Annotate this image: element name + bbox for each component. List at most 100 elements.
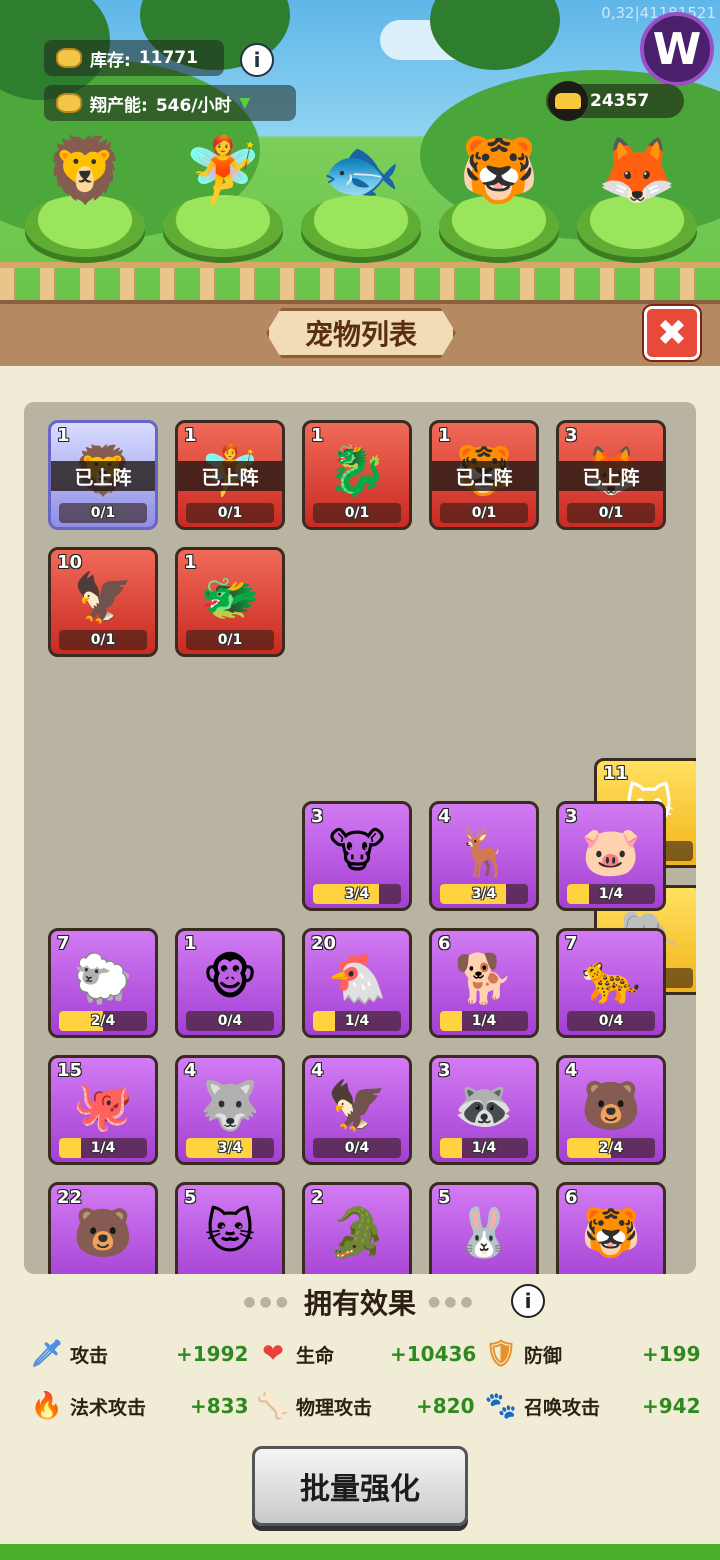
- gold-counter: 24357: [546, 81, 684, 121]
- effect-label: 防御: [524, 1344, 563, 1367]
- pet-level: 1: [184, 933, 197, 954]
- shard-progress-text: 3/4: [217, 1140, 243, 1156]
- white-tiger-pet[interactable]: 🐯: [449, 115, 549, 225]
- shard-progress-text: 0/1: [90, 505, 116, 521]
- shard-progress-bar: 1/4: [440, 1011, 528, 1031]
- pet-card[interactable]: 🦁10/1已上阵: [48, 420, 158, 530]
- fence: [0, 262, 720, 300]
- shard-progress-text: 0/1: [90, 632, 116, 648]
- shard-progress-text: 1/4: [471, 1013, 497, 1029]
- effect-attack: 🗡 攻击: [30, 1334, 108, 1374]
- info-icon[interactable]: i: [240, 43, 274, 77]
- shard-progress-bar: 2/4: [567, 1138, 655, 1158]
- effect-magic-attack: 🔥 法术攻击: [30, 1386, 146, 1426]
- pet-level: 11: [603, 763, 629, 784]
- pet-card[interactable]: 🐻 22: [48, 1182, 158, 1274]
- pet-level: 6: [438, 933, 451, 954]
- pet-level: 15: [57, 1060, 83, 1081]
- inventory-value: 11771: [138, 48, 198, 68]
- effects-info-icon[interactable]: i: [511, 1284, 545, 1318]
- pet-level: 4: [565, 1060, 578, 1081]
- effect-summon-attack: 🐾 召唤攻击: [484, 1386, 600, 1426]
- pet-card[interactable]: 🐮 3 3/4: [302, 801, 412, 911]
- poop-coin-icon: [56, 48, 82, 68]
- effect-defense: 🛡 防御: [484, 1334, 562, 1374]
- pet-card[interactable]: 🐔 20 1/4: [302, 928, 412, 1038]
- fire-lion-pet[interactable]: 🦁: [35, 115, 135, 225]
- effect-physical-attack: 🦴 物理攻击: [256, 1386, 372, 1426]
- pet-card[interactable]: 🐺 4 3/4: [175, 1055, 285, 1165]
- pet-card[interactable]: 🐲 1 0/1: [175, 547, 285, 657]
- pet-card[interactable]: 🐑 7 2/4: [48, 928, 158, 1038]
- deployed-badge: 已上阵: [559, 461, 663, 491]
- pet-card[interactable]: 🦝 3 1/4: [429, 1055, 539, 1165]
- green-arrow-icon: ▼: [239, 95, 251, 111]
- pet-card[interactable]: 🐆 7 0/4: [556, 928, 666, 1038]
- pet-card[interactable]: 🐯 6: [556, 1182, 666, 1274]
- pet-card[interactable]: 🐕 6 1/4: [429, 928, 539, 1038]
- shard-progress-text: 3/4: [344, 886, 370, 902]
- pet-card[interactable]: 🐻 4 2/4: [556, 1055, 666, 1165]
- red-fish-pet[interactable]: 🐟: [311, 115, 411, 225]
- flame-icon: 🔥: [30, 1391, 64, 1421]
- pet-level: 2: [311, 1187, 324, 1208]
- decorative-dots: ●●●: [428, 1294, 477, 1310]
- pet-card[interactable]: 🦅 4 0/4: [302, 1055, 412, 1165]
- shard-progress-text: 0/1: [471, 505, 497, 521]
- batch-upgrade-button[interactable]: 批量强化: [252, 1446, 468, 1526]
- effect-value: +10436: [390, 1342, 477, 1366]
- shard-progress-bar: 0/1: [59, 503, 147, 523]
- shard-progress-text: 2/4: [90, 1013, 116, 1029]
- pet-level: 1: [184, 425, 197, 446]
- pet-level: 5: [184, 1187, 197, 1208]
- shard-progress-bar: 0/1: [440, 503, 528, 523]
- shard-progress-text: 0/1: [344, 505, 370, 521]
- owned-effects-title: 拥有效果: [303, 1287, 416, 1320]
- panel-title: 宠物列表: [266, 308, 456, 358]
- pet-card[interactable]: 🦊30/1已上阵: [556, 420, 666, 530]
- effect-label: 召唤攻击: [524, 1396, 601, 1419]
- fairy-girl-pet[interactable]: 🧚: [173, 115, 273, 225]
- production-stat: 翔产能: 546/小时 ▼: [44, 85, 296, 121]
- close-button[interactable]: ✖: [644, 306, 700, 360]
- effects-row: 🗡 攻击 +1992 ❤ 生命 +10436 🛡 防御 +199: [0, 1334, 720, 1374]
- pet-level: 5: [438, 1187, 451, 1208]
- pet-card[interactable]: 🐙 15 1/4: [48, 1055, 158, 1165]
- pet-card[interactable]: 🐉 1 0/1: [302, 420, 412, 530]
- effect-label: 法术攻击: [70, 1396, 147, 1419]
- shard-progress-text: 0/4: [344, 1140, 370, 1156]
- pet-card[interactable]: 🧚10/1已上阵: [175, 420, 285, 530]
- pet-level: 4: [438, 806, 451, 827]
- pet-grid-container[interactable]: 🦁10/1已上阵🧚10/1已上阵🐉10/1🐯10/1已上阵🦊30/1已上阵🦅10…: [24, 402, 696, 1274]
- deployed-badge: 已上阵: [51, 461, 155, 491]
- shard-progress-text: 3/4: [471, 886, 497, 902]
- effect-label: 生命: [296, 1344, 335, 1367]
- pet-level: 4: [184, 1060, 197, 1081]
- shard-progress-text: 1/4: [598, 886, 624, 902]
- shard-progress-bar: 3/4: [313, 884, 401, 904]
- production-label: 翔产能:: [90, 95, 148, 116]
- pet-card[interactable]: 🐵 1 0/4: [175, 928, 285, 1038]
- pet-level: 20: [311, 933, 337, 954]
- pet-card[interactable]: 🐷 3 1/4: [556, 801, 666, 911]
- pet-card[interactable]: 🐱 5: [175, 1182, 285, 1274]
- golden-qilin-pet[interactable]: 🦊: [587, 115, 687, 225]
- effects-row: 🔥 法术攻击 +833 🦴 物理攻击 +820 🐾 召唤攻击 +942: [0, 1386, 720, 1426]
- pet-level: 3: [311, 806, 324, 827]
- shard-progress-bar: 0/1: [313, 503, 401, 523]
- effect-label: 攻击: [70, 1344, 109, 1367]
- gold-value: 24357: [590, 91, 650, 111]
- shard-progress-bar: 0/1: [186, 503, 274, 523]
- shard-progress-text: 0/4: [598, 1013, 624, 1029]
- pet-card[interactable]: 🦌 4 3/4: [429, 801, 539, 911]
- shard-progress-bar: 1/4: [59, 1138, 147, 1158]
- pet-card[interactable]: 🐯10/1已上阵: [429, 420, 539, 530]
- decorative-dots: ●●●: [243, 1294, 292, 1310]
- app-logo: W: [640, 12, 714, 86]
- shard-progress-bar: 3/4: [440, 884, 528, 904]
- pet-card[interactable]: 🦅 10 0/1: [48, 547, 158, 657]
- pet-card[interactable]: 🐊 2: [302, 1182, 412, 1274]
- shard-progress-bar: 0/1: [186, 630, 274, 650]
- pet-card[interactable]: 🐰 5: [429, 1182, 539, 1274]
- paw-icon: 🐾: [484, 1391, 518, 1421]
